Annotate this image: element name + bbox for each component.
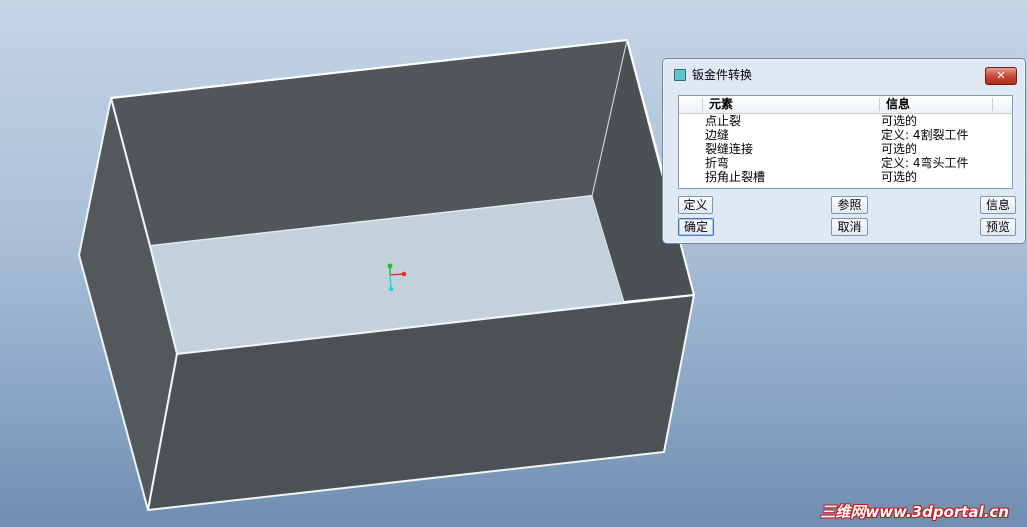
column-header-element[interactable]: 元素 (703, 96, 879, 113)
column-header-info[interactable]: 信息 (880, 96, 992, 113)
info-button[interactable]: 信息 (980, 196, 1016, 214)
elements-table: 元素 信息 点止裂 可选的 边缝 定义: 4割裂工件 裂缝连接 可选的 折弯 定… (678, 95, 1013, 189)
row-element: 裂缝连接 (705, 142, 754, 156)
row-info: 可选的 (881, 114, 918, 128)
row-element: 折弯 (705, 156, 730, 170)
table-row[interactable]: 裂缝连接 可选的 (679, 142, 1012, 156)
table-header: 元素 信息 (679, 96, 1012, 114)
row-element: 点止裂 (705, 114, 742, 128)
ok-button[interactable]: 确定 (678, 218, 714, 236)
dialog-title: 钣金件转换 (692, 68, 753, 82)
row-element: 边缝 (705, 128, 730, 142)
dialog-app-icon (674, 69, 686, 81)
reference-button[interactable]: 参照 (831, 196, 868, 214)
preview-button[interactable]: 预览 (980, 218, 1016, 236)
table-row[interactable]: 边缝 定义: 4割裂工件 (679, 128, 1012, 142)
row-info: 定义: 4割裂工件 (881, 128, 969, 142)
sheetmetal-conversion-dialog: 钣金件转换 ✕ 元素 信息 点止裂 可选的 边缝 定义: 4割裂工件 裂缝连接 … (662, 58, 1026, 244)
site-watermark: 三维网www.3dportal.cn (820, 503, 1009, 521)
row-info: 可选的 (881, 170, 918, 184)
cancel-button[interactable]: 取消 (831, 218, 868, 236)
close-button[interactable]: ✕ (985, 67, 1017, 85)
row-info: 定义: 4弯头工件 (881, 156, 969, 170)
define-button[interactable]: 定义 (678, 196, 713, 214)
table-row[interactable]: 拐角止裂槽 可选的 (679, 170, 1012, 184)
table-row[interactable]: 折弯 定义: 4弯头工件 (679, 156, 1012, 170)
dialog-titlebar[interactable]: 钣金件转换 ✕ (663, 59, 1025, 87)
table-row[interactable]: 点止裂 可选的 (679, 114, 1012, 128)
row-element: 拐角止裂槽 (705, 170, 766, 184)
row-info: 可选的 (881, 142, 918, 156)
